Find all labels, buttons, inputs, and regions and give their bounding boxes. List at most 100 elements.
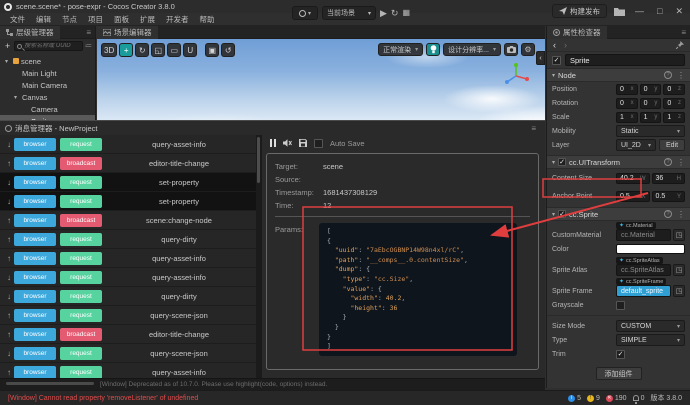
message-row[interactable]: ↑browserbroadcastscene:change-node <box>0 211 256 230</box>
tree-node-canvas[interactable]: ▾Canvas <box>0 91 95 103</box>
add-component-button[interactable]: 添加组件 <box>596 367 642 380</box>
pin-icon[interactable] <box>676 41 684 49</box>
menu-item[interactable]: 项目 <box>83 14 108 25</box>
message-row[interactable]: ↑browserbroadcasteditor-title-change <box>0 154 256 173</box>
pause-button[interactable] <box>270 139 276 147</box>
tool-snap-grid[interactable]: ▣ <box>205 43 219 57</box>
save-icon[interactable] <box>299 139 307 147</box>
caret-down-icon[interactable]: ▾ <box>5 58 11 65</box>
sprite-enabled-checkbox[interactable] <box>558 210 566 218</box>
message-row[interactable]: ↑browserbroadcasteditor-title-change <box>0 325 256 344</box>
scale-z-field[interactable]: 1z <box>663 112 685 123</box>
tool-move[interactable]: + <box>119 43 133 57</box>
tool-snap-rotate[interactable]: ↺ <box>221 43 235 57</box>
content-size-width-field[interactable]: 40.2 W <box>616 173 650 184</box>
uitransform-enabled-checkbox[interactable] <box>558 158 566 166</box>
message-row[interactable]: ↓browserrequestquery-asset-info <box>0 135 256 154</box>
help-icon[interactable]: ? <box>664 210 672 218</box>
tool-rect[interactable]: ▭ <box>167 43 181 57</box>
maximize-button[interactable]: □ <box>654 6 665 16</box>
history-forward-button[interactable]: › <box>564 40 567 50</box>
message-row[interactable]: ↓browserrequestset-property <box>0 192 256 211</box>
menu-item[interactable]: 帮助 <box>195 14 220 25</box>
position-y-field[interactable]: 0y <box>640 84 662 95</box>
message-row[interactable]: ↑browserrequestquery-asset-info <box>0 249 256 268</box>
step-button[interactable]: ▦ <box>402 9 410 17</box>
sprite-atlas-field[interactable]: cc.SpriteAtlas <box>616 264 671 276</box>
section-sprite[interactable]: ▾ cc.Sprite ? ⋮ <box>547 207 690 221</box>
tab-inspector[interactable]: 属性检查器 <box>547 26 607 39</box>
tree-node-main-camera[interactable]: Main Camera <box>0 79 95 91</box>
message-row[interactable]: ↑browserrequestquery-scene-json <box>0 306 256 325</box>
history-back-button[interactable]: ‹ <box>553 40 556 50</box>
position-x-field[interactable]: 0x <box>616 84 638 95</box>
menu-item[interactable]: 编辑 <box>31 14 56 25</box>
scale-y-field[interactable]: 1y <box>640 112 662 123</box>
menu-item[interactable]: 扩展 <box>135 14 160 25</box>
asset-picker-icon[interactable]: ◳ <box>673 264 685 276</box>
menu-item[interactable]: 节点 <box>57 14 82 25</box>
tree-node-scene[interactable]: ▾scene <box>0 55 95 67</box>
trim-checkbox[interactable] <box>616 350 625 359</box>
create-node-button[interactable]: + <box>3 41 12 51</box>
rotation-y-field[interactable]: 0y <box>640 98 662 109</box>
caret-down-icon[interactable]: ▾ <box>14 94 20 101</box>
node-enabled-checkbox[interactable] <box>552 56 561 65</box>
message-row[interactable]: ↑browserrequestquery-asset-info <box>0 363 256 378</box>
asset-picker-icon[interactable]: ◳ <box>673 285 685 297</box>
panel-menu-icon[interactable]: ≡ <box>531 124 536 133</box>
message-row[interactable]: ↓browserrequestquery-asset-info <box>0 268 256 287</box>
notification-counter[interactable]: 0 <box>633 395 645 402</box>
message-row[interactable]: ↓browserrequestset-property <box>0 173 256 192</box>
asset-picker-icon[interactable]: ◳ <box>673 229 685 241</box>
section-uitransform[interactable]: ▾ cc.UITransform ? ⋮ <box>547 155 690 169</box>
node-name-field[interactable]: Sprite <box>565 54 685 66</box>
layer-select[interactable]: UI_2D▾ <box>616 139 656 151</box>
scene-viewport[interactable]: 3D+↻◱▭U▣↺ 正常渲染 ▾ 设计分辨率... ▾ ⚙ <box>97 39 545 120</box>
search-input[interactable] <box>24 43 80 49</box>
hierarchy-search[interactable] <box>14 41 83 51</box>
anchor-y-field[interactable]: 0.5 Y <box>652 191 686 202</box>
play-button[interactable]: ▶ <box>380 9 387 18</box>
scrollbar-thumb[interactable] <box>257 137 260 183</box>
layer-edit-button[interactable]: Edit <box>659 139 685 151</box>
section-node[interactable]: ▾ Node ? ⋮ <box>547 68 690 82</box>
grayscale-checkbox[interactable] <box>616 301 625 310</box>
info-counter[interactable]: i5 <box>568 395 581 402</box>
mobility-select[interactable]: Static▾ <box>616 125 685 137</box>
collapse-panel-button[interactable]: ‹ <box>536 51 545 65</box>
refresh-button[interactable]: ↻ <box>391 9 399 18</box>
tool-ui[interactable]: U <box>183 43 197 57</box>
lighting-toggle-button[interactable] <box>426 43 440 56</box>
close-button[interactable]: ✕ <box>672 6 686 17</box>
size-mode-select[interactable]: CUSTOM▾ <box>616 320 685 332</box>
message-row[interactable]: ↓browserrequestquery-scene-json <box>0 344 256 363</box>
scale-x-field[interactable]: 1x <box>616 112 638 123</box>
horizontal-scrollbar[interactable] <box>6 382 94 385</box>
panel-menu-icon[interactable]: ≡ <box>681 28 686 37</box>
current-scene-select[interactable]: 当前场景 ▾ <box>322 6 376 20</box>
content-size-height-field[interactable]: 36 H <box>652 173 686 184</box>
custom-material-field[interactable]: cc.Material <box>616 229 671 241</box>
scene-settings-button[interactable]: ⚙ <box>521 43 535 56</box>
more-options-icon[interactable]: ⋮ <box>677 158 685 167</box>
rotation-z-field[interactable]: 0z <box>663 98 685 109</box>
type-select[interactable]: SIMPLE▾ <box>616 334 685 346</box>
tab-hierarchy[interactable]: 层级管理器 <box>0 26 60 39</box>
auto-save-checkbox[interactable] <box>314 139 323 148</box>
sprite-frame-field[interactable]: default_sprite <box>616 285 671 297</box>
minimize-button[interactable]: — <box>632 6 647 16</box>
menu-item[interactable]: 文件 <box>5 14 30 25</box>
platform-select[interactable]: ▾ <box>292 6 318 20</box>
menu-item[interactable]: 开发者 <box>161 14 194 25</box>
menu-item[interactable]: 面板 <box>109 14 134 25</box>
rotation-x-field[interactable]: 0x <box>616 98 638 109</box>
help-icon[interactable]: ? <box>664 158 672 166</box>
camera-settings-button[interactable] <box>504 43 518 56</box>
color-swatch[interactable] <box>616 244 685 254</box>
more-options-icon[interactable]: ⋮ <box>677 71 685 80</box>
warning-counter[interactable]: !9 <box>587 395 600 402</box>
render-mode-select[interactable]: 正常渲染 ▾ <box>378 43 423 56</box>
design-resolution-select[interactable]: 设计分辨率... ▾ <box>443 43 501 56</box>
panel-menu-icon[interactable]: ≡ <box>86 28 91 37</box>
